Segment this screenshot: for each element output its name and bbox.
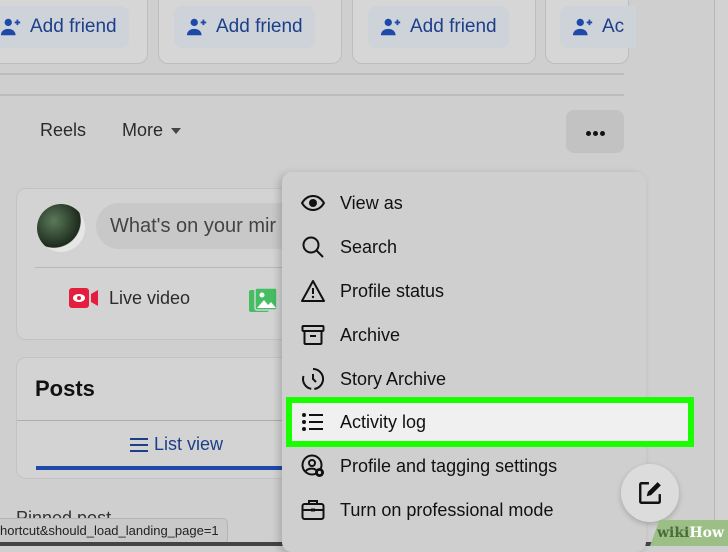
caret-down-icon [171, 127, 182, 134]
right-column [714, 0, 728, 546]
watermark-wiki: wiki [656, 525, 690, 541]
menu-item-label: Turn on professional mode [340, 499, 554, 520]
menu-item-label: Profile and tagging settings [340, 455, 558, 476]
menu-item-activity-log[interactable]: Activity log [282, 402, 426, 442]
add-friend-label: Add friend [216, 16, 303, 37]
tab-more[interactable]: More [122, 120, 182, 141]
more-options-button[interactable] [566, 110, 624, 153]
list-icon [300, 409, 326, 435]
live-video-icon [69, 288, 98, 308]
live-video-label: Live video [109, 287, 191, 308]
section-divider [0, 73, 624, 75]
tab-more-label: More [122, 120, 164, 140]
menu-item-profile-status[interactable]: Profile status [282, 271, 444, 311]
story-archive-icon [300, 366, 326, 392]
menu-item-label: Profile status [340, 280, 445, 301]
posts-section: Posts List view [16, 357, 318, 479]
add-friend-button[interactable]: Add friend [368, 6, 509, 48]
eye-icon [300, 190, 326, 216]
add-friend-button[interactable]: Add friend [174, 6, 315, 48]
briefcase-icon [300, 497, 326, 523]
photo-icon [249, 288, 277, 312]
active-tab-indicator [36, 466, 317, 470]
add-person-icon [380, 18, 401, 36]
list-view-icon [130, 437, 148, 452]
list-view-label: List view [154, 434, 224, 454]
ellipsis-icon [585, 123, 606, 141]
search-icon [300, 234, 326, 260]
watermark-how: How [689, 525, 724, 541]
add-friend-label: Add friend [410, 16, 497, 37]
menu-item-archive[interactable]: Archive [282, 315, 400, 355]
menu-item-search[interactable]: Search [282, 227, 397, 267]
compose-icon [639, 482, 661, 504]
menu-item-label: Search [340, 236, 398, 257]
wikihow-watermark: wiki How [650, 520, 728, 546]
menu-item-label: Activity log [340, 411, 427, 432]
menu-item-story-archive[interactable]: Story Archive [282, 359, 446, 399]
add-friend-label: Add friend [30, 16, 117, 37]
warning-icon [300, 278, 326, 304]
menu-item-label: Story Archive [340, 368, 447, 389]
menu-item-label: View as [340, 192, 403, 213]
list-view-tab[interactable]: List view [130, 434, 223, 455]
menu-item-label: Archive [340, 324, 401, 345]
add-person-icon [0, 18, 21, 36]
new-message-button[interactable] [621, 464, 679, 522]
posts-title: Posts [35, 376, 95, 401]
add-friend-button[interactable]: Ac [560, 6, 636, 48]
menu-item-profile-tagging-settings[interactable]: Profile and tagging settings [282, 446, 557, 486]
post-composer: What's on your mir Live video [16, 188, 336, 340]
menu-item-professional-mode[interactable]: Turn on professional mode [282, 490, 553, 530]
avatar[interactable] [37, 204, 85, 252]
add-friend-label: Ac [602, 16, 625, 37]
tab-reels[interactable]: Reels [40, 120, 86, 141]
posts-divider [17, 420, 317, 421]
add-person-icon [572, 18, 593, 36]
section-divider [0, 94, 624, 96]
status-bar-url: hortcut&should_load_landing_page=1 [0, 518, 228, 544]
archive-icon [300, 322, 326, 348]
add-friend-button[interactable]: Add friend [0, 6, 129, 48]
profile-settings-icon [300, 453, 326, 479]
live-video-button[interactable]: Live video [69, 287, 190, 309]
menu-item-view-as[interactable]: View as [282, 183, 403, 223]
add-person-icon [186, 18, 207, 36]
